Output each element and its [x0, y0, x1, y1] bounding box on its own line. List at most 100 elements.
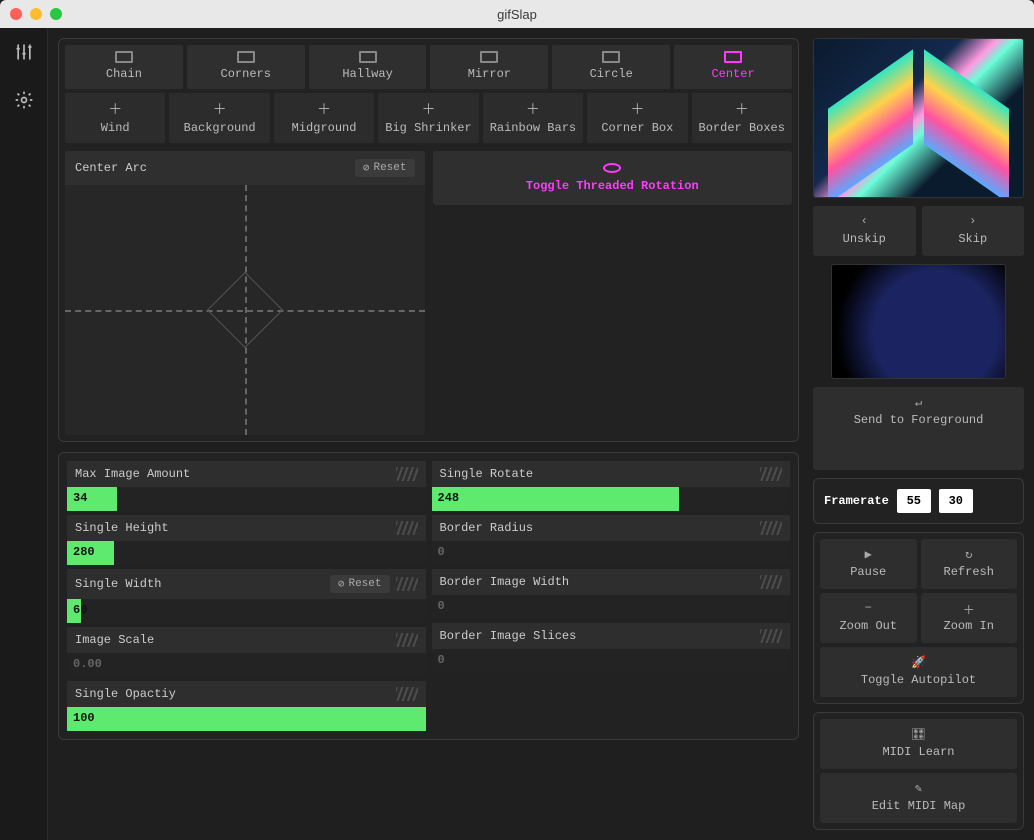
slider-label: Single Opactiy [75, 687, 176, 701]
waveform-icon[interactable] [396, 467, 418, 481]
waveform-icon[interactable] [396, 521, 418, 535]
slider-value: 280 [73, 545, 95, 559]
zoom-out-button[interactable]: − Zoom Out [820, 593, 917, 643]
center-arc-reset-button[interactable]: ⊘ Reset [355, 159, 415, 177]
pause-button[interactable]: ▶ Pause [820, 539, 917, 589]
send-to-foreground-button[interactable]: ↵ Send to Foreground [813, 387, 1024, 470]
center-arc-title: Center Arc [75, 161, 147, 175]
waveform-icon[interactable] [760, 629, 782, 643]
zoom-in-button[interactable]: ＋ Zoom In [921, 593, 1018, 643]
center-arc-panel: Center Arc ⊘ Reset [65, 151, 425, 435]
mode-tab-hallway[interactable]: Hallway [309, 45, 427, 89]
skip-button[interactable]: › Skip [922, 206, 1025, 256]
slider-value: 0 [438, 545, 445, 559]
mode-tab-label: Circle [590, 67, 633, 81]
slider-label: Single Rotate [440, 467, 534, 481]
addon-rainbow-bars[interactable]: ＋ Rainbow Bars [483, 93, 583, 143]
slider-value: 0.00 [73, 657, 102, 671]
chevron-left-icon: ‹ [861, 214, 868, 228]
slider-track[interactable]: 280 [67, 541, 426, 565]
center-arc-pad[interactable] [65, 185, 425, 435]
refresh-button[interactable]: ↻ Refresh [921, 539, 1018, 589]
main-preview[interactable] [813, 38, 1024, 198]
gear-icon[interactable] [10, 86, 38, 114]
framerate-actual: 55 [897, 489, 931, 513]
rectangle-icon [115, 51, 133, 63]
rocket-icon: 🚀 [911, 655, 926, 669]
slider-header: Border Image Slices [432, 623, 791, 649]
queued-preview[interactable] [831, 264, 1006, 379]
midi-panel: 🎛 MIDI Learn ✎ Edit MIDI Map [813, 712, 1024, 830]
addon-wind[interactable]: ＋Wind [65, 93, 165, 143]
addon-label: Rainbow Bars [490, 121, 576, 135]
addon-midground[interactable]: ＋Midground [274, 93, 374, 143]
addon-label: Background [184, 121, 256, 135]
waveform-icon[interactable] [760, 467, 782, 481]
edit-midi-map-button[interactable]: ✎ Edit MIDI Map [820, 773, 1017, 823]
slider-track[interactable]: 248 [432, 487, 791, 511]
slider-reset-button[interactable]: ⊘Reset [330, 575, 390, 593]
addon-border-boxes[interactable]: ＋ Border Boxes [692, 93, 792, 143]
slider-max-image-amount: Max Image Amount 34 [67, 461, 426, 511]
mode-tab-circle[interactable]: Circle [552, 45, 670, 89]
plus-icon: ＋ [213, 99, 227, 119]
unskip-button[interactable]: ‹ Unskip [813, 206, 916, 256]
slider-header: Single Rotate [432, 461, 791, 487]
slider-value: 0 [438, 599, 445, 613]
slider-header: Border Image Width [432, 569, 791, 595]
slider-label: Single Height [75, 521, 169, 535]
waveform-icon[interactable] [396, 687, 418, 701]
controls-panel: ▶ Pause ↻ Refresh − Zoom Out ＋ Zoom In [813, 532, 1024, 704]
mode-tab-corners[interactable]: Corners [187, 45, 305, 89]
mode-tab-label: Corners [221, 67, 271, 81]
slider-track[interactable]: 0 [432, 595, 791, 619]
toggle-threaded-rotation-button[interactable]: Toggle Threaded Rotation [433, 151, 793, 205]
right-sidebar: ‹ Unskip › Skip ↵ Send to Foreground Fra… [809, 28, 1034, 840]
mode-tab-chain[interactable]: Chain [65, 45, 183, 89]
slider-track[interactable]: 0 [432, 649, 791, 673]
framerate-target-input[interactable]: 30 [939, 489, 973, 513]
slider-track[interactable]: 100 [67, 707, 426, 731]
addon-big-shrinker[interactable]: ＋Big Shrinker [378, 93, 478, 143]
waveform-icon[interactable] [396, 633, 418, 647]
mode-tab-label: Mirror [468, 67, 511, 81]
slider-header: Single Height [67, 515, 426, 541]
slider-track[interactable]: 0.00 [67, 653, 426, 677]
waveform-icon[interactable] [760, 575, 782, 589]
addon-corner-box[interactable]: ＋Corner Box [587, 93, 687, 143]
mode-tab-center[interactable]: Center [674, 45, 792, 89]
plus-icon: ＋ [735, 99, 749, 119]
arc-handle[interactable] [207, 272, 283, 348]
waveform-icon[interactable] [396, 577, 418, 591]
slider-label: Border Image Width [440, 575, 570, 589]
slider-track[interactable]: 34 [67, 487, 426, 511]
slider-label: Border Radius [440, 521, 534, 535]
toggle-autopilot-button[interactable]: 🚀 Toggle Autopilot [820, 647, 1017, 697]
sidebar [0, 28, 48, 840]
minus-icon: − [865, 601, 872, 615]
framerate-label: Framerate [824, 494, 889, 508]
framerate-panel: Framerate 55 30 [813, 478, 1024, 524]
slider-label: Border Image Slices [440, 629, 577, 643]
eye-icon [603, 163, 621, 173]
addon-label: Border Boxes [699, 121, 785, 135]
mode-tab-label: Chain [106, 67, 142, 81]
slider-border-radius: Border Radius 0 [432, 515, 791, 565]
mode-tab-mirror[interactable]: Mirror [430, 45, 548, 89]
plus-icon: ＋ [630, 99, 644, 119]
return-icon: ↵ [915, 395, 922, 409]
plus-icon: ＋ [108, 99, 122, 119]
slider-single-width: Single Width ⊘Reset 60 [67, 569, 426, 623]
addon-background[interactable]: ＋ Background [169, 93, 269, 143]
plus-icon: ＋ [526, 99, 540, 119]
slider-track[interactable]: 0 [432, 541, 791, 565]
slider-label: Single Width [75, 577, 161, 591]
mode-tab-label: Center [711, 67, 754, 81]
plus-icon: ＋ [963, 601, 975, 615]
midi-learn-button[interactable]: 🎛 MIDI Learn [820, 719, 1017, 769]
window-title: gifSlap [0, 7, 1034, 22]
waveform-icon[interactable] [760, 521, 782, 535]
slider-border-image-width: Border Image Width 0 [432, 569, 791, 619]
slider-track[interactable]: 60 [67, 599, 426, 623]
mixer-icon[interactable] [10, 38, 38, 66]
